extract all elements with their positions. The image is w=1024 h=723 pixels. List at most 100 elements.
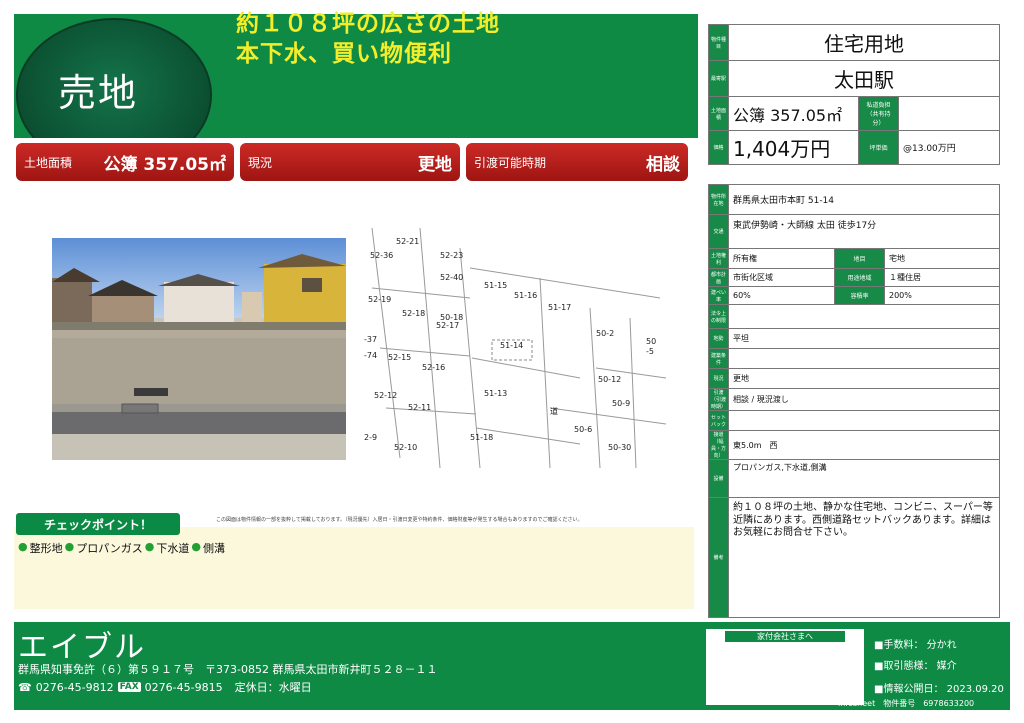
fax-number: 0276-45-9815: [144, 680, 223, 694]
table-header-cell: 物件所在地: [708, 184, 729, 215]
checkpoint-list: ● 整形地 ● プロパンガス ● 下水道 ● 側溝: [18, 540, 225, 556]
map-parcel-label: 52-17: [436, 321, 459, 330]
table-header-cell: 引渡（引渡時期）: [708, 388, 729, 411]
property-detail-table: 物件所在地 群馬県太田市本町 51-14 交通 東武伊勢崎・大師線 太田 徒歩1…: [708, 184, 1000, 618]
private-road-value: [898, 96, 1000, 131]
map-parcel-label: 52-12: [374, 391, 397, 400]
city-planning: 市街化区域: [728, 268, 835, 287]
map-parcel-label: 51-13: [484, 389, 507, 398]
checkpoint-badge: チェックポイント！: [16, 513, 180, 535]
map-parcel-label: 50-12: [598, 375, 621, 384]
map-lines: 52-2152-36 52-23 52-40 51-15 51-16 51-17 52-19…: [364, 227, 667, 469]
zoning: １種住居: [884, 268, 1000, 287]
land-area: 公簿 357.05㎡: [728, 96, 859, 131]
table-header-cell: 接道（幅員・方向）: [708, 430, 729, 460]
page-title: 売地: [58, 71, 139, 115]
table-header-cell: 最寄駅: [708, 60, 729, 97]
map-parcel-label: -5: [646, 347, 654, 356]
bullet-icon: ●: [191, 540, 201, 553]
handover-pill: 引渡可能時期 相談: [466, 143, 688, 181]
handover: 相談 / 現況渡し: [728, 388, 1000, 411]
nearest-station: 太田駅: [728, 60, 1000, 97]
commission-info: ■手数料： 分かれ: [874, 640, 957, 651]
table-header-cell: 備考: [708, 497, 729, 618]
table-header-cell: 法令上の制限: [708, 304, 729, 329]
table-header-cell: 現況: [708, 368, 729, 389]
checkpoint-item: 側溝: [203, 542, 225, 555]
map-parcel-label: -37: [364, 335, 377, 344]
price: 1,404万円: [728, 130, 859, 165]
checkpoint-item: 下水道: [156, 542, 190, 555]
map-parcel-label: 50-9: [612, 399, 630, 408]
transaction-type: ■取引態様： 媒介: [874, 661, 957, 672]
map-parcel-label: 52-19: [368, 295, 391, 304]
license-address: 群馬県知事免許（６）第５９１７号 〒373-0852 群馬県太田市新井町５２８－…: [18, 663, 438, 676]
setback: [728, 410, 1000, 431]
map-parcel-label: 52-18: [402, 309, 425, 318]
map-parcel-label: 50-2: [596, 329, 614, 338]
table-header-cell: 物件種目: [708, 24, 729, 61]
terrain: 平坦: [728, 328, 1000, 349]
holiday: 定休日：水曜日: [234, 681, 312, 694]
land-area-label: 土地面積: [24, 155, 73, 170]
table-header-cell: 坪単価: [858, 130, 899, 165]
table-header-cell: 設備: [708, 459, 729, 498]
land-area-value: 公簿 357.05㎡: [103, 154, 226, 175]
headline-2: 本下水、買い物便利: [236, 41, 452, 67]
map-parcel-label: 道: [550, 406, 558, 416]
map-parcel-label: 2-9: [364, 433, 377, 442]
property-photo: [52, 238, 346, 460]
floor-area-ratio: 200%: [884, 286, 1000, 305]
bullet-icon: ●: [64, 540, 75, 553]
property-type: 住宅用地: [728, 24, 1000, 61]
map-parcel-label: 50-30: [608, 443, 631, 452]
map-parcel-label: 52-15: [388, 353, 411, 362]
table-header-cell: 価格: [708, 130, 729, 165]
status-value: 更地: [418, 154, 452, 175]
legal-restrictions: [728, 304, 1000, 329]
map-parcel-label: 52-10: [394, 443, 417, 452]
table-header-cell: 用途地域: [834, 268, 885, 287]
map-parcel-label: 51-16: [514, 291, 537, 300]
status-label: 現況: [248, 155, 273, 170]
sheet-number: infosheet 物件番号 6978633200: [838, 699, 975, 708]
tel-number: 0276-45-9812: [35, 680, 114, 694]
road-access: 東5.0m 西: [728, 430, 1000, 460]
publish-date: ■情報公開日： 2023.09.20: [874, 684, 1004, 695]
destination-label: 家付会社さまへ: [725, 631, 845, 642]
map-parcel-label: 52-11: [408, 403, 431, 412]
map-parcel-label: 51-14: [500, 341, 523, 350]
land-category: 宅地: [884, 248, 1000, 269]
table-header-cell: 土地権利: [708, 248, 729, 269]
map-parcel-label: 52-21: [396, 237, 419, 246]
land-rights: 所有権: [728, 248, 835, 269]
handover-label: 引渡可能時期: [474, 155, 547, 170]
property-location: 群馬県太田市本町 51-14: [728, 184, 1000, 215]
map-parcel-label: 51-18: [470, 433, 493, 442]
cadastral-map: 52-21 52-36 52-23 52-40 51-15 51-16 51-17 52-19…: [360, 227, 667, 470]
map-parcel-label: 52-23: [440, 251, 463, 260]
map-parcel-label: 52-16: [422, 363, 445, 372]
land-area-pill: 土地面積 公簿 357.05㎡: [16, 143, 234, 181]
bullet-icon: ●: [144, 540, 155, 553]
map-parcel-label: -74: [364, 351, 377, 360]
remarks: 約１０８坪の土地、静かな住宅地、コンビニ、スーパー等近隣にあります。西側道路セッ…: [728, 497, 1000, 618]
contact-line: ☎ 0276-45-9812 FAX 0276-45-9815 定休日：水曜日: [18, 679, 312, 695]
current-state: 更地: [728, 368, 1000, 389]
table-header-cell: 私道負担（共有持分）: [858, 96, 899, 131]
table-header-cell: 地勢: [708, 328, 729, 349]
table-header-cell: 土地面積: [708, 96, 729, 131]
table-header-cell: 建ぺい率: [708, 286, 729, 305]
table-header-cell: 地目: [834, 248, 885, 269]
map-parcel-label: 51-17: [548, 303, 571, 312]
transport: 東武伊勢崎・大師線 太田 徒歩17分: [728, 214, 1000, 249]
facilities: プロパンガス,下水道,側溝: [728, 459, 1000, 498]
construction-conditions: [728, 348, 1000, 369]
map-parcel-label: 52-36: [370, 251, 393, 260]
map-parcel-label: 52-40: [440, 273, 463, 282]
map-parcel-label: 50: [646, 337, 656, 346]
table-header-cell: セットバック: [708, 410, 729, 431]
phone-icon: ☎: [18, 680, 32, 694]
table-header-cell: 建築条件: [708, 348, 729, 369]
table-header-cell: 交通: [708, 214, 729, 249]
